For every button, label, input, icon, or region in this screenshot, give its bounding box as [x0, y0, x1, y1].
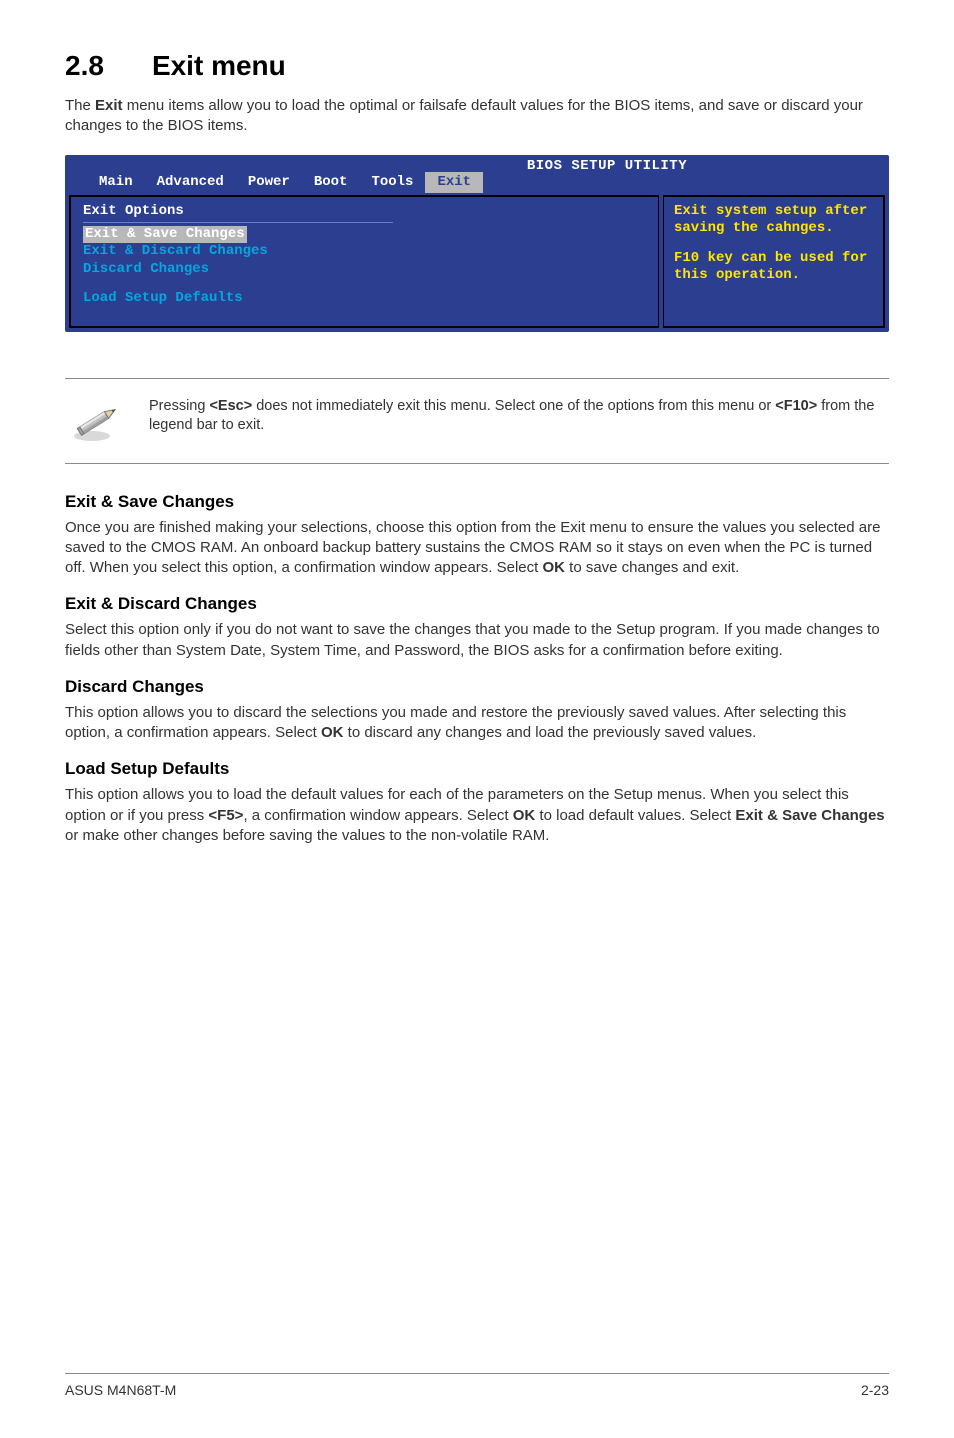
bios-item-exit-discard[interactable]: Exit & Discard Changes [83, 243, 646, 261]
section-title-text: Exit menu [152, 50, 286, 81]
spacer [674, 238, 873, 250]
sub-defaults-heading: Load Setup Defaults [65, 759, 889, 779]
tab-power[interactable]: Power [236, 172, 302, 193]
sub-exit-discard: Exit & Discard Changes Select this optio… [65, 594, 889, 661]
intro-text-a: The [65, 97, 95, 114]
note-t1: Pressing [149, 398, 209, 414]
bios-item-save[interactable]: Exit & Save Changes [83, 226, 247, 244]
sub-defaults-f5: <F5> [208, 807, 243, 824]
section-number: 2.8 [65, 50, 104, 82]
tab-advanced[interactable]: Advanced [145, 172, 236, 193]
bios-item-discard[interactable]: Discard Changes [83, 261, 646, 279]
sub-save-p: Once you are finished making your select… [65, 519, 880, 577]
bios-help-line1: Exit system setup after saving the cahng… [674, 203, 873, 238]
bios-body: Exit Options Exit & Save Changes Exit & … [65, 193, 889, 328]
sub-save-p2: to save changes and exit. [565, 559, 739, 576]
note-text: Pressing <Esc> does not immediately exit… [149, 397, 885, 436]
bios-curve [65, 352, 889, 378]
bios-left-pane: Exit Options Exit & Save Changes Exit & … [69, 195, 659, 328]
footer-left: ASUS M4N68T-M [65, 1382, 176, 1398]
sub-save-ok: OK [542, 559, 565, 576]
sub-discard-para: This option allows you to discard the se… [65, 703, 889, 744]
sub-exit-discard-heading: Exit & Discard Changes [65, 594, 889, 614]
tab-exit[interactable]: Exit [425, 172, 483, 193]
note-f10: <F10> [775, 398, 817, 414]
sub-defaults: Load Setup Defaults This option allows y… [65, 759, 889, 846]
bios-help-line2: F10 key can be used for this operation. [674, 250, 873, 285]
page-title: 2.8 Exit menu [65, 50, 889, 82]
sub-defaults-p3: to load default values. Select [535, 807, 735, 824]
bios-divider [83, 222, 393, 223]
sub-defaults-p4: or make other changes before saving the … [65, 827, 549, 844]
intro-text-c: menu items allow you to load the optimal… [65, 97, 863, 134]
sub-discard-ok: OK [321, 724, 344, 741]
sub-save-para: Once you are finished making your select… [65, 518, 889, 579]
bios-panel: BIOS SETUP UTILITY Main Advanced Power B… [65, 155, 889, 332]
bios-options-heading: Exit Options [83, 203, 646, 219]
note-t3: does not immediately exit this menu. Sel… [252, 398, 775, 414]
sub-exit-discard-para: Select this option only if you do not wa… [65, 620, 889, 661]
bios-help-pane: Exit system setup after saving the cahng… [663, 195, 885, 328]
page-footer: ASUS M4N68T-M 2-23 [65, 1373, 889, 1398]
note-row: Pressing <Esc> does not immediately exit… [65, 378, 889, 464]
sub-discard-heading: Discard Changes [65, 677, 889, 697]
sub-save: Exit & Save Changes Once you are finishe… [65, 492, 889, 579]
sub-defaults-ok: OK [513, 807, 536, 824]
sub-defaults-para: This option allows you to load the defau… [65, 785, 889, 846]
bios-item-defaults[interactable]: Load Setup Defaults [83, 290, 646, 308]
sub-save-heading: Exit & Save Changes [65, 492, 889, 512]
tab-tools[interactable]: Tools [359, 172, 425, 193]
note-esc: <Esc> [209, 398, 252, 414]
sub-defaults-b3: Exit & Save Changes [735, 807, 884, 824]
pencil-icon [69, 397, 121, 445]
sub-discard-p2: to discard any changes and load the prev… [343, 724, 756, 741]
bios-tabbar: Main Advanced Power Boot Tools Exit [65, 172, 889, 193]
sub-discard: Discard Changes This option allows you t… [65, 677, 889, 744]
sub-defaults-p2: , a confirmation window appears. Select [243, 807, 512, 824]
footer-right: 2-23 [861, 1382, 889, 1398]
intro-paragraph: The Exit menu items allow you to load th… [65, 96, 889, 137]
tab-boot[interactable]: Boot [302, 172, 360, 193]
intro-text-bold: Exit [95, 97, 123, 114]
tab-main[interactable]: Main [87, 172, 145, 193]
